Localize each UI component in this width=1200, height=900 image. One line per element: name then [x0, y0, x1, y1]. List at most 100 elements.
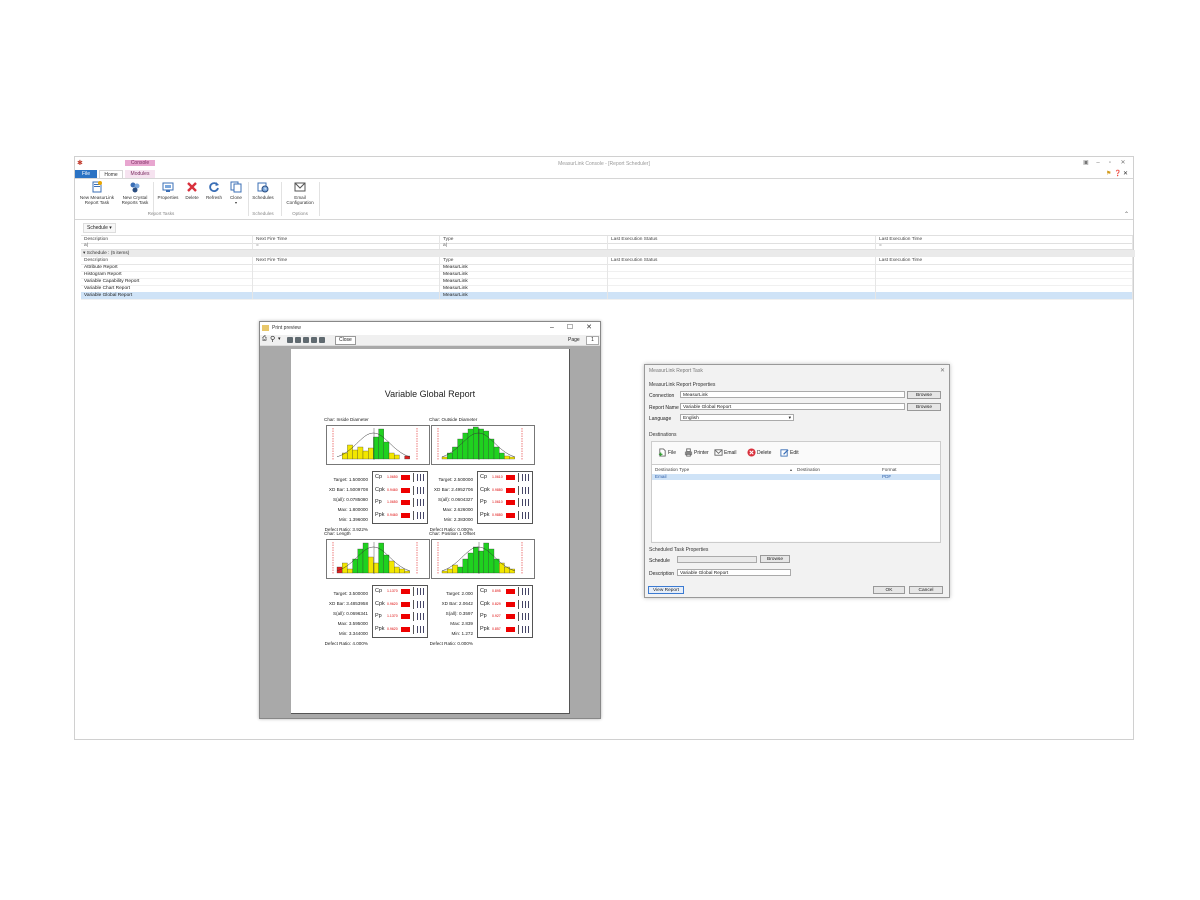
close-button[interactable]: ✕ — [1118, 160, 1128, 167]
stat-line: Target: 2.500000 — [438, 477, 473, 482]
histogram-bar — [462, 558, 469, 574]
index-scale — [518, 473, 531, 482]
printer-icon[interactable]: ⎙ — [262, 336, 267, 343]
column-header[interactable]: Last Execution Time — [876, 257, 1133, 264]
table-row-selected[interactable]: Variable Global Report MeasurLink — [81, 292, 1133, 300]
two-pages-icon[interactable] — [295, 337, 301, 343]
sort-icon[interactable]: ▴ — [790, 467, 792, 473]
cell-last-time — [876, 278, 1133, 285]
index-label: Pp — [375, 613, 382, 619]
cell-description: Variable Global Report — [81, 292, 253, 299]
four-pages-icon[interactable] — [311, 337, 317, 343]
filter-cell[interactable]: = — [253, 242, 440, 249]
clone-button[interactable]: Clone ▾ — [226, 181, 246, 205]
zoom-dropdown-icon[interactable]: ▾ — [278, 336, 281, 342]
maximize-button[interactable]: ▫ — [1105, 160, 1115, 167]
index-label: Ppk — [480, 625, 490, 632]
column-header[interactable]: Destination Type — [655, 467, 689, 473]
column-header[interactable]: Destination — [797, 467, 820, 473]
column-header[interactable]: Format — [882, 467, 897, 473]
histogram-bar — [441, 456, 448, 460]
filter-cell[interactable]: = — [876, 242, 1133, 249]
cell-type: MeasurLink — [440, 285, 608, 292]
capability-index-row: Cp 1.0610 — [478, 472, 532, 484]
minimize-button[interactable]: – — [543, 323, 561, 333]
page-number-input[interactable]: 1 — [586, 336, 599, 345]
one-page-icon[interactable] — [287, 337, 293, 343]
add-file-destination-button[interactable]: File — [658, 448, 676, 457]
histogram-bar — [473, 546, 479, 574]
capability-index-row: Cp 1.0650 — [373, 472, 427, 484]
destination-row[interactable]: Email PDF — [652, 474, 940, 480]
view-report-button[interactable]: View Report — [648, 586, 684, 594]
minimize-button[interactable]: – — [1093, 160, 1103, 167]
index-scale — [413, 485, 426, 495]
delete-button[interactable]: Delete — [182, 181, 202, 200]
properties-button[interactable]: Properties — [155, 181, 181, 200]
filter-cell[interactable]: a| — [81, 242, 253, 249]
index-bar — [506, 512, 515, 518]
add-printer-destination-button[interactable]: Printer — [684, 448, 709, 457]
cancel-button[interactable]: Cancel — [909, 586, 943, 594]
index-value: 0.9620 — [387, 626, 398, 631]
index-label: Ppk — [480, 511, 490, 518]
tab-modules[interactable]: Modules — [125, 170, 155, 178]
browse-schedule-button[interactable]: Browse — [760, 555, 790, 563]
new-measurlink-report-task-button[interactable]: New MeasurLink Report Task — [77, 181, 117, 205]
tab-home[interactable]: Home — [99, 170, 123, 178]
index-value: 0.9620 — [387, 601, 398, 606]
zoom-icon[interactable]: ⚲ — [270, 335, 275, 343]
report-name-input[interactable]: Variable Global Report — [680, 403, 905, 410]
close-document-icon[interactable]: ✕ — [1123, 170, 1128, 177]
refresh-button[interactable]: Refresh — [203, 181, 225, 200]
schedule-input[interactable] — [677, 556, 757, 563]
tab-file[interactable]: File — [75, 170, 97, 178]
index-bar — [401, 626, 410, 632]
close-button[interactable]: ✕ — [580, 323, 598, 333]
filter-cell[interactable]: a| — [440, 242, 608, 249]
dialog-close-icon[interactable]: ✕ — [940, 367, 945, 374]
new-crystal-reports-task-button[interactable]: New Crystal Reports Task — [119, 181, 151, 205]
flag-icon[interactable]: ⚑ — [1106, 170, 1111, 177]
description-input[interactable]: Variable Global Report — [677, 569, 791, 576]
cell-type: MeasurLink — [440, 292, 608, 299]
histogram-bar — [499, 452, 505, 460]
schedule-dropdown-label: Schedule — [87, 225, 108, 231]
schedules-button[interactable]: Schedules — [250, 181, 276, 200]
six-pages-icon[interactable] — [319, 337, 325, 343]
new-crystal-label: New Crystal Reports Task — [121, 195, 149, 205]
maximize-button[interactable]: ☐ — [561, 323, 579, 333]
index-label: Cpk — [375, 486, 385, 493]
new-measurlink-label: New MeasurLink Report Task — [79, 195, 115, 205]
group-row[interactable]: ▾ Schedule : (5 items) — [81, 250, 1135, 257]
close-preview-button[interactable]: Close — [335, 336, 356, 345]
browse-connection-button[interactable]: Browse — [907, 391, 941, 399]
delete-destination-button[interactable]: Delete — [747, 448, 771, 457]
browse-report-button[interactable]: Browse — [907, 403, 941, 411]
help-icon[interactable]: ❓ — [1114, 170, 1121, 177]
clone-dropdown-icon[interactable]: ▾ — [226, 200, 246, 205]
file-icon — [658, 448, 666, 457]
dialog-title: MeasurLink Report Task — [649, 368, 703, 374]
email-configuration-button[interactable]: Email Configuration — [283, 181, 317, 205]
collapse-ribbon-icon[interactable]: ⌃ — [1124, 211, 1129, 218]
index-scale — [413, 599, 426, 609]
edit-destination-button[interactable]: Edit — [780, 448, 799, 457]
language-select[interactable]: English ▾ — [680, 414, 794, 421]
connection-input[interactable]: MeasurLink — [680, 391, 905, 398]
filter-cell[interactable] — [608, 242, 876, 249]
three-pages-icon[interactable] — [303, 337, 309, 343]
schedule-dropdown[interactable]: Schedule ▾ — [83, 223, 116, 233]
column-header[interactable]: Next Fire Time — [253, 257, 440, 264]
restore-layout-icon[interactable]: ▣ — [1081, 160, 1091, 167]
column-header[interactable]: Description — [81, 257, 253, 264]
add-email-destination-button[interactable]: Email — [714, 448, 737, 457]
schedules-label: Schedules — [252, 195, 274, 200]
histogram-bar — [504, 455, 510, 460]
report-name-label: Report Name — [649, 405, 679, 411]
stat-line: S(all): 0.0604327 — [438, 497, 473, 502]
column-header[interactable]: Last Execution Status — [608, 257, 876, 264]
column-header[interactable]: Type — [440, 257, 608, 264]
ok-button[interactable]: OK — [873, 586, 905, 594]
index-value: 0.9880 — [492, 487, 503, 492]
